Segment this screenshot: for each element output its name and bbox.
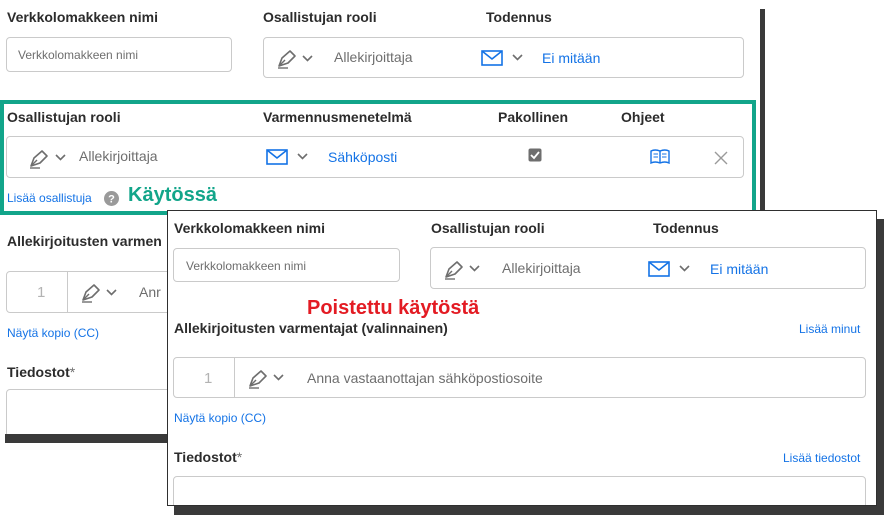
mail-icon xyxy=(481,50,503,66)
role-value: Allekirjoittaja xyxy=(502,260,581,276)
chevron-down-icon[interactable] xyxy=(512,54,523,61)
role-value: Allekirjoittaja xyxy=(334,49,413,65)
authentication-label: Todennus xyxy=(486,9,552,25)
form-name-placeholder: Verkkolomakkeen nimi xyxy=(18,48,139,62)
pen-icon xyxy=(249,370,267,389)
pen-icon xyxy=(278,50,296,69)
verifier-email-partial: Anr xyxy=(139,284,161,300)
disabled-caption: Poistettu käytöstä xyxy=(307,297,480,319)
verifier-email-placeholder: Anna vastaanottajan sähköpostiosoite xyxy=(307,370,543,386)
enabled-caption: Käytössä xyxy=(128,184,217,206)
row-role-label: Osallistujan rooli xyxy=(7,109,121,125)
authentication-label: Todennus xyxy=(653,220,719,236)
chevron-down-icon[interactable] xyxy=(106,289,117,296)
row-role-value: Allekirjoittaja xyxy=(79,148,158,164)
pen-icon xyxy=(30,150,48,169)
form-name-label: Verkkolomakkeen nimi xyxy=(174,220,325,236)
participant-row-field[interactable]: Allekirjoittaja Sähköposti xyxy=(6,136,744,178)
book-icon[interactable] xyxy=(650,149,670,164)
form-name-label: Verkkolomakkeen nimi xyxy=(7,9,158,25)
verifier-number: 1 xyxy=(37,284,46,301)
instructions-label: Ohjeet xyxy=(621,109,665,125)
mail-icon xyxy=(648,261,670,277)
show-cc-link[interactable]: Näytä kopio (CC) xyxy=(174,411,266,425)
chevron-down-icon[interactable] xyxy=(679,265,690,272)
authentication-value[interactable]: Ei mitään xyxy=(710,261,768,277)
verification-method-label: Varmennusmenetelmä xyxy=(263,109,412,125)
help-icon[interactable]: ? xyxy=(104,191,119,206)
required-label: Pakollinen xyxy=(498,109,569,125)
authentication-value[interactable]: Ei mitään xyxy=(542,50,600,66)
files-dropzone[interactable] xyxy=(173,476,866,505)
role-auth-field[interactable]: Allekirjoittaja Ei mitään xyxy=(263,37,744,78)
verifier-field[interactable]: 1 Anna vastaanottajan sähköpostiosoite xyxy=(173,357,866,398)
show-cc-link[interactable]: Näytä kopio (CC) xyxy=(7,326,99,340)
add-participant-link[interactable]: Lisää osallistuja xyxy=(7,191,92,205)
verifier-number: 1 xyxy=(204,370,213,387)
form-name-placeholder: Verkkolomakkeen nimi xyxy=(186,259,307,273)
signature-verifiers-label: Allekirjoitusten varmen xyxy=(7,233,162,249)
chevron-down-icon[interactable] xyxy=(297,153,308,160)
add-files-link[interactable]: Lisää tiedostot xyxy=(783,451,860,465)
participant-role-label: Osallistujan rooli xyxy=(263,9,377,25)
checkbox-icon[interactable] xyxy=(528,148,542,162)
chevron-down-icon[interactable] xyxy=(273,374,284,381)
svg-text:?: ? xyxy=(108,194,115,206)
chevron-down-icon[interactable] xyxy=(302,55,313,62)
add-me-link[interactable]: Lisää minut xyxy=(799,322,860,336)
form-name-input[interactable]: Verkkolomakkeen nimi xyxy=(6,37,232,72)
field-divider xyxy=(67,272,68,312)
verification-value[interactable]: Sähköposti xyxy=(328,149,397,165)
role-auth-field[interactable]: Allekirjoittaja Ei mitään xyxy=(430,247,866,289)
pen-icon xyxy=(445,261,463,280)
files-label: Tiedostot* xyxy=(174,449,243,465)
chevron-down-icon[interactable] xyxy=(55,154,66,161)
signature-verifiers-label: Allekirjoitusten varmentajat (valinnaine… xyxy=(174,320,448,336)
chevron-down-icon[interactable] xyxy=(469,265,480,272)
form-name-input[interactable]: Verkkolomakkeen nimi xyxy=(173,248,400,282)
mail-icon xyxy=(266,149,288,165)
required-mark: * xyxy=(69,364,76,380)
files-label: Tiedostot* xyxy=(7,364,76,380)
close-icon[interactable] xyxy=(714,151,728,165)
required-mark: * xyxy=(236,449,243,465)
field-divider xyxy=(234,358,235,397)
pen-icon xyxy=(82,284,100,303)
participant-role-label: Osallistujan rooli xyxy=(431,220,545,236)
disabled-screenshot-panel: Verkkolomakkeen nimi Verkkolomakkeen nim… xyxy=(167,210,877,506)
